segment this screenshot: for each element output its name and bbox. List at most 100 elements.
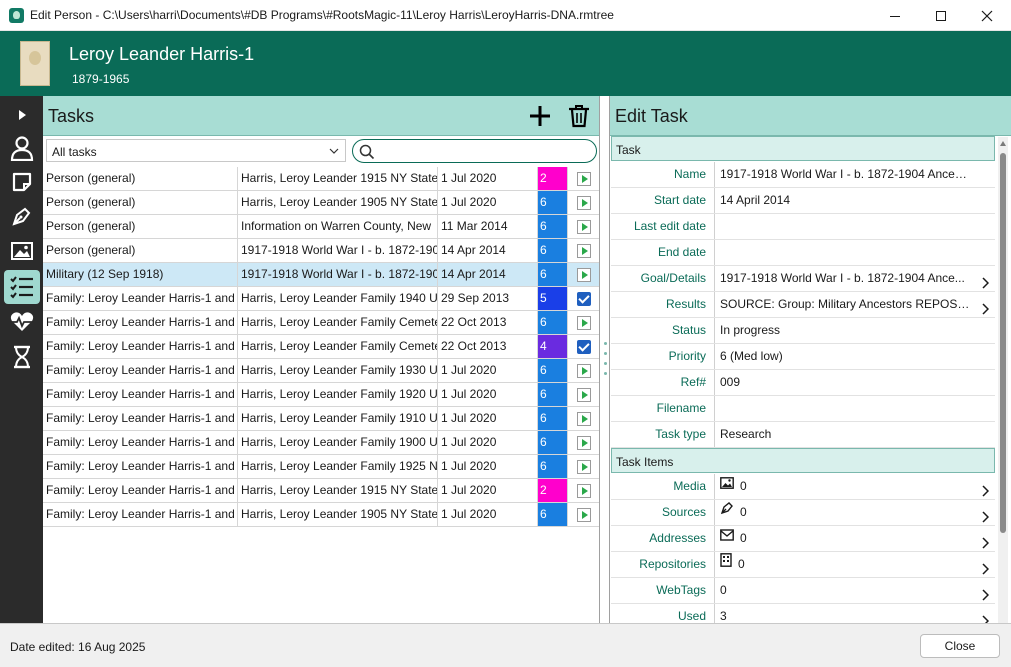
end-date-value[interactable] — [714, 240, 995, 265]
task-row[interactable]: Family: Leroy Leander Harris-1 and A Harr… — [43, 503, 599, 527]
chevron-right-icon — [982, 563, 990, 575]
task-search-box[interactable] — [352, 139, 597, 163]
play-icon[interactable] — [576, 363, 591, 378]
window-close-button[interactable] — [964, 0, 1010, 31]
sidebar-item-person[interactable] — [4, 131, 40, 165]
webtags-value[interactable]: 0 — [714, 578, 995, 603]
sidebar-expand-button[interactable] — [4, 98, 40, 132]
task-priority-cell: 6 — [538, 191, 568, 214]
play-icon[interactable] — [576, 411, 591, 426]
filename-value[interactable] — [714, 396, 995, 421]
play-icon[interactable] — [576, 267, 591, 282]
field-label: Task type — [655, 427, 706, 441]
task-search-input[interactable] — [379, 143, 589, 159]
open-detail-button[interactable] — [981, 507, 990, 525]
person-photo[interactable] — [20, 41, 50, 86]
play-icon[interactable] — [576, 171, 591, 186]
name-value[interactable]: 1917-1918 World War I - b. 1872-1904 Anc… — [714, 162, 995, 187]
completed-checkbox[interactable] — [576, 291, 591, 306]
task-row[interactable]: Family: Leroy Leander Harris-1 and A Harr… — [43, 311, 599, 335]
task-status-cell — [568, 431, 599, 454]
panel-splitter[interactable] — [601, 96, 609, 623]
scrollbar-thumb[interactable] — [1000, 153, 1006, 533]
task-row[interactable]: Family: Leroy Leander Harris-1 and A Harr… — [43, 335, 599, 359]
task-name-cell: Harris, Leroy Leander Family 1930 US — [238, 359, 438, 382]
sidebar-item-sources[interactable] — [4, 199, 40, 233]
completed-checkbox[interactable] — [576, 339, 591, 354]
task-priority-cell: 6 — [538, 311, 568, 334]
open-detail-button[interactable] — [981, 481, 990, 499]
field-label: WebTags — [656, 583, 706, 597]
play-icon[interactable] — [576, 315, 591, 330]
field-value-text: SOURCE: Group: Military Ancestors REPOSI… — [720, 297, 970, 311]
task-row[interactable]: Family: Leroy Leander Harris-1 and A Harr… — [43, 479, 599, 503]
task-row[interactable]: Person (general) 1917-1918 World War I - … — [43, 239, 599, 263]
task-row[interactable]: Person (general) Harris, Leroy Leander 19… — [43, 191, 599, 215]
ref-value[interactable]: 009 — [714, 370, 995, 395]
edit-panel-scrollbar[interactable] — [998, 137, 1008, 623]
play-icon[interactable] — [576, 219, 591, 234]
task-priority-cell: 4 — [538, 335, 568, 358]
open-detail-button[interactable] — [981, 273, 990, 291]
play-icon[interactable] — [576, 435, 591, 450]
sidebar-item-tasks[interactable] — [4, 270, 40, 304]
play-icon[interactable] — [576, 459, 591, 474]
close-button[interactable]: Close — [920, 634, 1000, 658]
play-icon[interactable] — [576, 243, 591, 258]
task-row[interactable]: Family: Leroy Leander Harris-1 and A Harr… — [43, 455, 599, 479]
task-filter-dropdown[interactable]: All tasks — [46, 139, 346, 162]
sidebar-item-timeline[interactable] — [4, 340, 40, 374]
repositories-value[interactable]: 0 — [714, 552, 995, 577]
start-date-value[interactable]: 14 April 2014 — [714, 188, 995, 213]
open-detail-button[interactable] — [981, 299, 990, 317]
task-row[interactable]: Military (12 Sep 1918) 1917-1918 World Wa… — [43, 263, 599, 287]
task-filter-value: All tasks — [52, 145, 97, 159]
delete-task-button[interactable] — [566, 102, 592, 130]
results-value[interactable]: SOURCE: Group: Military Ancestors REPOSI… — [714, 292, 995, 317]
priority-value[interactable]: 6 (Med low) — [714, 344, 995, 369]
sidebar-item-notes[interactable] — [4, 165, 40, 199]
envelope-icon — [720, 526, 734, 550]
task-row[interactable]: Family: Leroy Leander Harris-1 and A Harr… — [43, 359, 599, 383]
maximize-button[interactable] — [918, 0, 964, 31]
task-row[interactable]: Family: Leroy Leander Harris-1 and A Harr… — [43, 383, 599, 407]
task-priority-cell: 6 — [538, 383, 568, 406]
play-icon[interactable] — [576, 483, 591, 498]
status-value[interactable]: In progress — [714, 318, 995, 343]
field-value-text: Research — [720, 427, 772, 441]
last-edit-date-value[interactable] — [714, 214, 995, 239]
task-row[interactable]: Family: Leroy Leander Harris-1 and A Harr… — [43, 431, 599, 455]
person-dates: 1879-1965 — [72, 72, 130, 86]
task-row[interactable]: Person (general) Information on Warren Co… — [43, 215, 599, 239]
task-type-value[interactable]: Research — [714, 422, 995, 447]
task-type-cell: Person (general) — [43, 239, 238, 262]
task-row[interactable]: Family: Leroy Leander Harris-1 and A Harr… — [43, 287, 599, 311]
minimize-button[interactable] — [872, 0, 918, 31]
sidebar-item-health[interactable] — [4, 305, 40, 339]
play-icon[interactable] — [576, 507, 591, 522]
open-detail-button[interactable] — [981, 559, 990, 577]
expand-icon — [19, 110, 26, 120]
media-value[interactable]: 0 — [714, 474, 995, 499]
search-icon — [359, 144, 375, 160]
task-status-cell — [568, 215, 599, 238]
task-row[interactable]: Person (general) Harris, Leroy Leander 19… — [43, 167, 599, 191]
field-label: Media — [673, 479, 706, 493]
task-name-cell: Harris, Leroy Leander 1905 NY State C — [238, 503, 438, 526]
addresses-value[interactable]: 0 — [714, 526, 995, 551]
open-detail-button[interactable] — [981, 585, 990, 603]
task-row[interactable]: Family: Leroy Leander Harris-1 and A Harr… — [43, 407, 599, 431]
add-task-button[interactable] — [527, 102, 553, 130]
task-status-cell — [568, 239, 599, 262]
play-icon[interactable] — [576, 387, 591, 402]
task-status-cell — [568, 455, 599, 478]
open-detail-button[interactable] — [981, 533, 990, 551]
status-bar: Date edited: 16 Aug 2025 Close — [0, 623, 1011, 667]
task-status-cell — [568, 359, 599, 382]
sidebar-item-media[interactable] — [4, 234, 40, 268]
scroll-up-arrow-icon[interactable] — [1000, 141, 1006, 146]
sources-value[interactable]: 0 — [714, 500, 995, 525]
goal-details-value[interactable]: 1917-1918 World War I - b. 1872-1904 Anc… — [714, 266, 995, 291]
play-icon[interactable] — [576, 195, 591, 210]
task-type-cell: Person (general) — [43, 215, 238, 238]
